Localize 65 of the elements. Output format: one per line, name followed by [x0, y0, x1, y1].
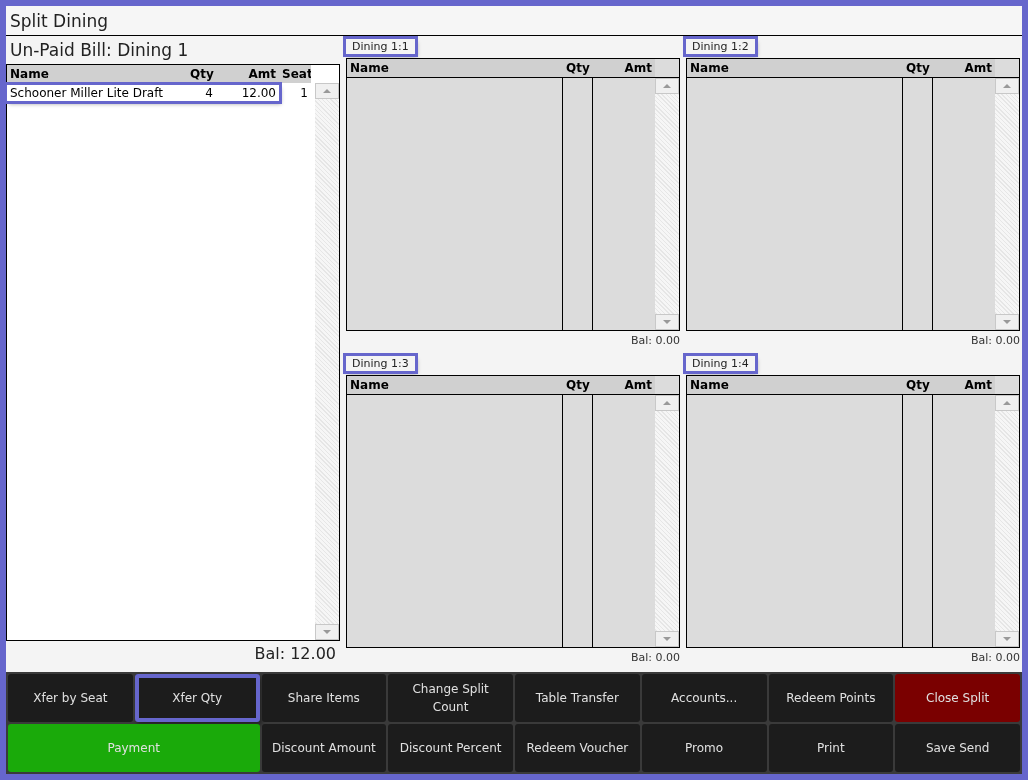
action-button[interactable]: Share Items	[261, 674, 387, 722]
action-button[interactable]: Discount Percent	[388, 724, 513, 772]
action-button[interactable]: Print	[768, 724, 894, 772]
scrollbar[interactable]	[995, 77, 1019, 330]
action-button[interactable]: Redeem Voucher	[515, 724, 640, 772]
action-button[interactable]: Discount Amount	[261, 724, 387, 772]
action-button[interactable]: Close Split	[895, 674, 1020, 722]
row-highlight[interactable]: Schooner Miller Lite Draft 4 12.00	[7, 85, 279, 101]
down-triangle-icon	[1003, 320, 1011, 324]
table-cell-text: Schooner Miller Lite Draft	[9, 85, 164, 101]
up-triangle-icon	[663, 83, 671, 88]
scrollbar[interactable]	[315, 83, 339, 640]
column-header: Amt	[933, 375, 995, 394]
table-cell-text: 4	[204, 85, 214, 101]
balance-text: Bal: 0.00	[629, 333, 680, 349]
column-header: Name	[7, 65, 187, 83]
up-triangle-icon	[323, 89, 331, 93]
column-header: Amt	[217, 65, 279, 83]
split-tab[interactable]: Dining 1:2	[686, 39, 755, 55]
split-tab[interactable]: Dining 1:1	[346, 39, 415, 55]
up-triangle-icon	[1003, 83, 1011, 88]
scroll-down-button[interactable]	[995, 314, 1019, 330]
scroll-down-button[interactable]	[995, 631, 1019, 647]
column-header: Qty	[903, 58, 933, 77]
scroll-down-button[interactable]	[655, 314, 679, 330]
down-triangle-icon	[323, 630, 331, 634]
balance-text: Bal: 0.00	[969, 333, 1020, 349]
action-button[interactable]: Accounts...	[641, 674, 767, 722]
balance-text: Bal: 12.00	[253, 643, 337, 665]
down-triangle-icon	[663, 320, 671, 324]
action-button[interactable]: Table Transfer	[515, 674, 640, 722]
column-header: Qty	[563, 58, 593, 77]
scrollbar[interactable]	[655, 394, 679, 647]
action-button[interactable]: Redeem Points	[768, 674, 894, 722]
balance-text: Bal: 0.00	[969, 650, 1020, 666]
down-triangle-icon	[663, 637, 671, 641]
column-header: Amt	[933, 58, 995, 77]
scrollbar[interactable]	[655, 77, 679, 330]
column-header: Qty	[187, 65, 217, 83]
action-button[interactable]: Xfer by Seat	[8, 674, 133, 722]
column-header: Name	[347, 375, 563, 394]
action-button[interactable]: Promo	[641, 724, 767, 772]
action-button[interactable]: Xfer Qty	[134, 674, 260, 722]
up-triangle-icon	[1003, 400, 1011, 405]
column-header: Name	[347, 58, 563, 77]
column-header: Name	[687, 58, 903, 77]
split-tab[interactable]: Dining 1:4	[686, 356, 755, 372]
balance-text: Bal: 0.00	[629, 650, 680, 666]
table-cell-text: 12.00	[240, 85, 277, 101]
column-header: Seat	[279, 65, 311, 83]
column-header: Name	[687, 375, 903, 394]
down-triangle-icon	[1003, 637, 1011, 641]
up-triangle-icon	[663, 400, 671, 405]
column-header: Qty	[563, 375, 593, 394]
column-header: Amt	[593, 58, 655, 77]
column-header: Qty	[903, 375, 933, 394]
bill-title: Un-Paid Bill: Dining 1	[9, 39, 190, 62]
scrollbar[interactable]	[995, 394, 1019, 647]
scroll-down-button[interactable]	[655, 631, 679, 647]
split-tab[interactable]: Dining 1:3	[346, 356, 415, 372]
action-button[interactable]: Save Send	[895, 724, 1020, 772]
column-header: Amt	[593, 375, 655, 394]
scroll-down-button[interactable]	[315, 624, 339, 640]
table-cell-text: 1	[299, 85, 309, 101]
action-button[interactable]: Change Split Count	[388, 674, 513, 722]
